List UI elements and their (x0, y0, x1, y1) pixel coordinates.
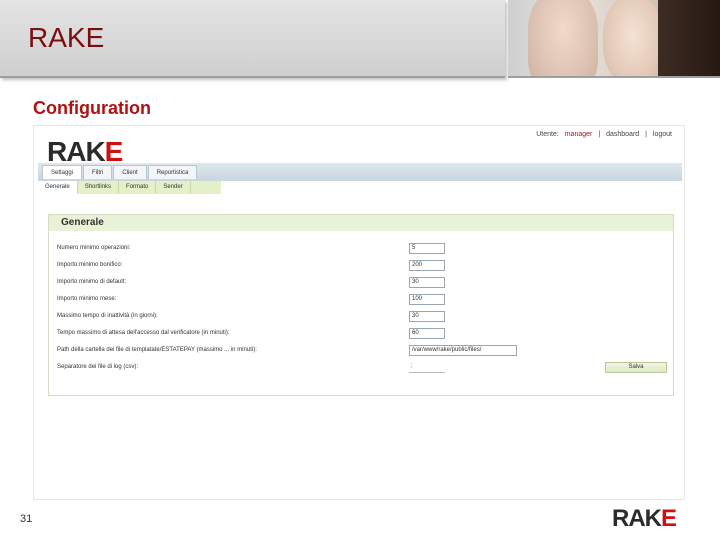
settings-panel: Generale Numero minimo operazioni: 5 Imp… (48, 214, 674, 396)
min-default-input[interactable]: 30 (409, 277, 445, 288)
max-wait-input[interactable]: 60 (409, 328, 445, 339)
subtab-formato[interactable]: Formato (119, 181, 157, 194)
form-row: Tempo massimo di attesa dell'accesso dal… (49, 327, 675, 341)
sub-nav: Generale Shortlinks Formato Sender (38, 181, 221, 194)
tab-client[interactable]: Client (113, 165, 147, 179)
user-name-link[interactable]: manager (565, 131, 593, 138)
field-label: Massimo tempo di inattività (in giorni): (57, 313, 158, 319)
subtab-shortlinks[interactable]: Shortlinks (78, 181, 120, 194)
max-inactivity-input[interactable]: 30 (409, 311, 445, 322)
nav-tabs: Settaggi Filtri Client Reportistica (42, 165, 198, 179)
save-button[interactable]: Salva (605, 362, 667, 373)
field-label: Separatore dei file di log (csv): (57, 364, 139, 370)
form-row: Importo minimo di default: 30 (49, 276, 675, 290)
field-label: Path della cartella dei file di templata… (57, 347, 257, 353)
min-operations-input[interactable]: 5 (409, 243, 445, 254)
form-row: Numero minimo operazioni: 5 (49, 242, 675, 256)
footer-logo-accent: E (661, 505, 677, 532)
page-number: 31 (20, 513, 33, 525)
footer-logo: RAKE (612, 505, 677, 533)
user-label: Utente: (536, 131, 559, 138)
footer-logo-main: RAK (612, 505, 662, 532)
tab-reportistica[interactable]: Reportistica (147, 165, 198, 179)
field-label: Importo minimo mese: (57, 296, 117, 302)
min-transfer-input[interactable]: 200 (409, 260, 445, 271)
user-bar-separator: | (645, 131, 647, 138)
tab-settaggi[interactable]: Settaggi (42, 165, 83, 179)
dashboard-link[interactable]: dashboard (606, 131, 639, 138)
section-title: Configuration (33, 98, 151, 118)
panel-title: Generale (49, 215, 673, 231)
photo-hair (658, 0, 720, 76)
form-row: Importo minimo bonifico: 200 (49, 259, 675, 273)
app-screenshot: RAKE Utente: manager | dashboard | logou… (33, 125, 685, 500)
form-row: Massimo tempo di inattività (in giorni):… (49, 310, 675, 324)
form-row: Path della cartella dei file di templata… (49, 344, 675, 358)
field-label: Importo minimo bonifico: (57, 262, 123, 268)
logout-link[interactable]: logout (653, 131, 672, 138)
form-row: Importo minimo mese: 100 (49, 293, 675, 307)
template-path-input[interactable]: /var/www/rake/public/files/ (409, 345, 517, 356)
subtab-generale[interactable]: Generale (38, 181, 78, 194)
tab-filtri[interactable]: Filtri (83, 165, 113, 179)
field-label: Importo minimo di default: (57, 279, 127, 285)
log-separator-input[interactable]: ; (409, 362, 445, 373)
field-label: Numero minimo operazioni: (57, 245, 131, 251)
subtab-sender[interactable]: Sender (156, 181, 191, 194)
header-photo (508, 0, 720, 78)
nav-bar: Settaggi Filtri Client Reportistica (38, 163, 682, 181)
user-bar: Utente: manager | dashboard | logout (532, 131, 672, 138)
user-bar-separator: | (598, 131, 601, 138)
form-row: Separatore dei file di log (csv): ; Salv… (49, 361, 675, 375)
min-month-input[interactable]: 100 (409, 294, 445, 305)
photo-hand (528, 0, 598, 76)
app-logo: RAKE (47, 136, 123, 167)
slide-title: RAKE (28, 22, 105, 53)
slide-header: RAKE (0, 0, 505, 78)
photo-face (603, 0, 663, 76)
field-label: Tempo massimo di attesa dell'accesso dal… (57, 330, 230, 336)
